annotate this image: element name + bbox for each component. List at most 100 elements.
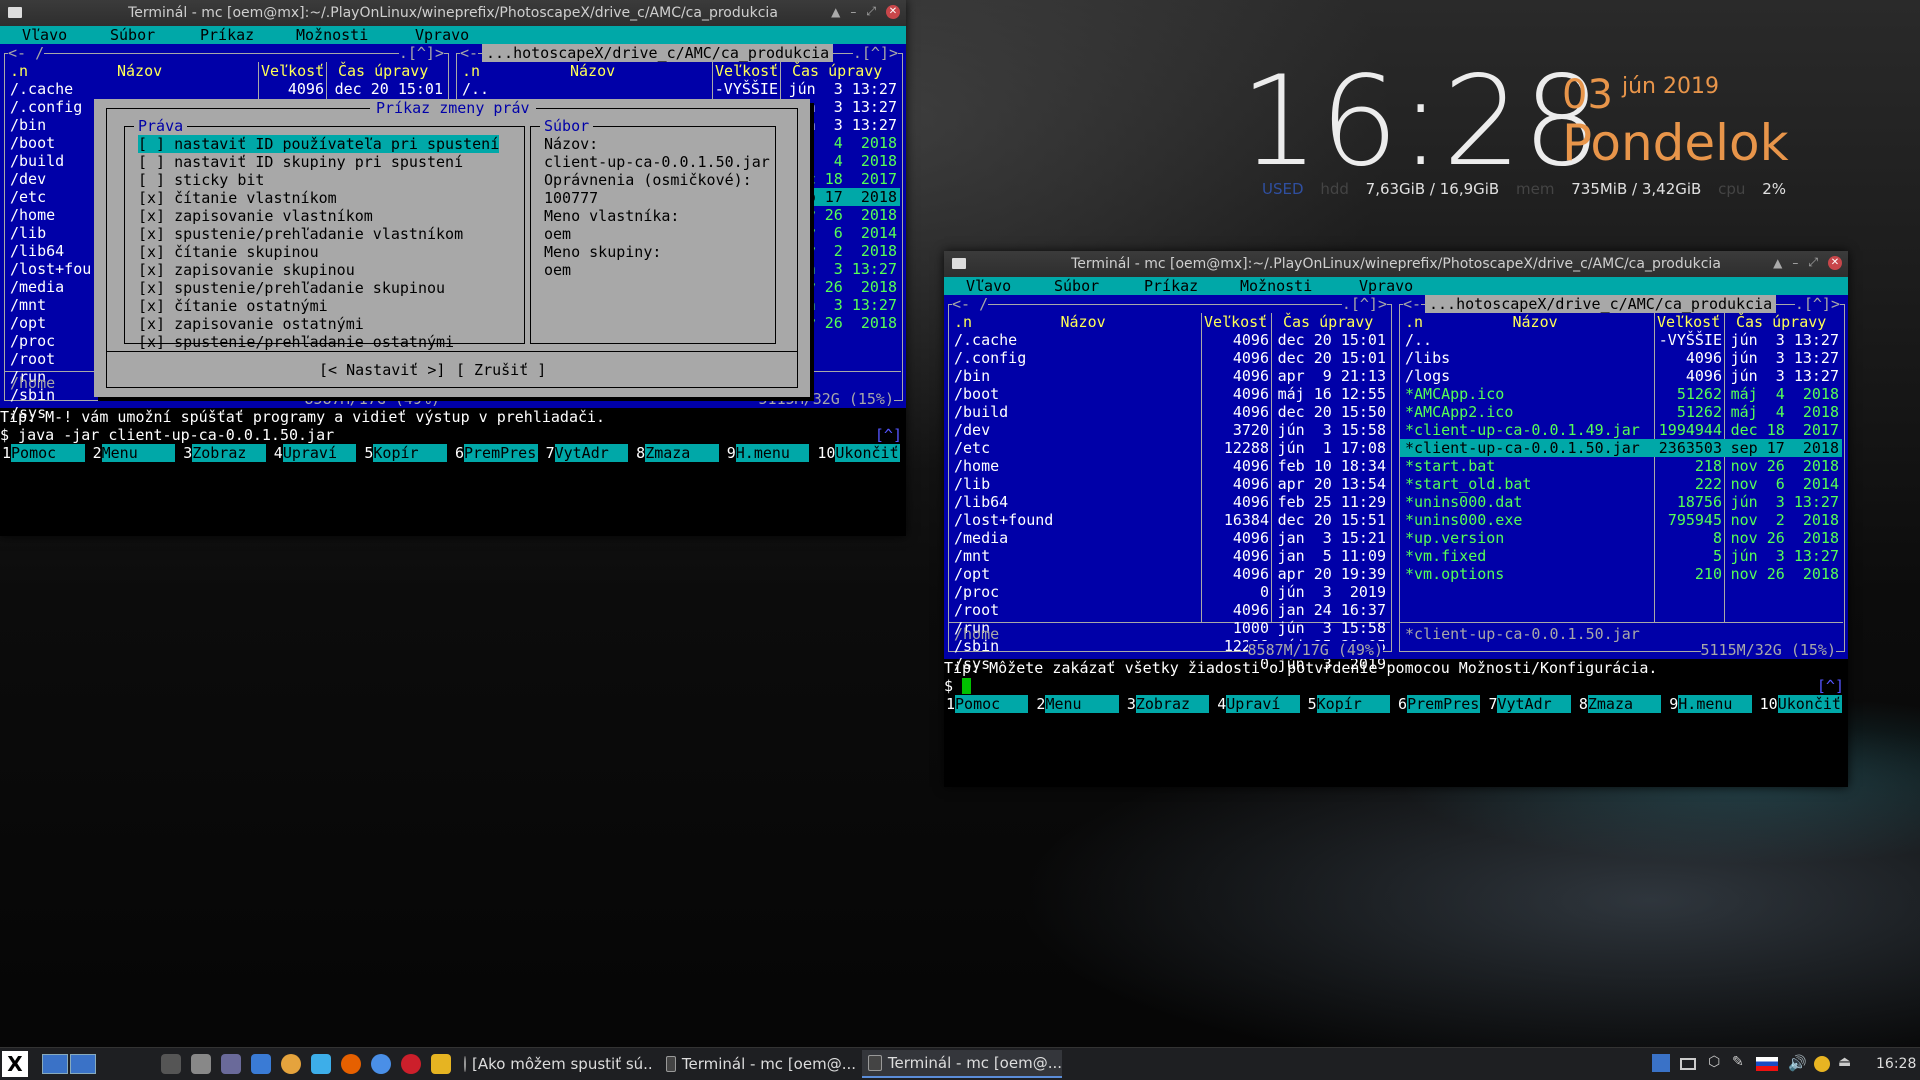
file-row[interactable]: /run 1000 jún 3 15:58 [949, 619, 1389, 637]
file-manager-icon[interactable] [191, 1054, 211, 1074]
file-row[interactable]: /logs 4096 jún 3 13:27 [1400, 367, 1842, 385]
workspace-1-icon[interactable] [42, 1054, 68, 1074]
command-line[interactable]: $ java -jar client-up-ca-0.0.1.50.jar [0, 426, 334, 444]
minimize-icon[interactable]: – [1792, 256, 1798, 270]
menu-1[interactable]: Súbor [110, 26, 155, 44]
column-header-time[interactable]: Čas úpravy [338, 62, 428, 80]
file-row[interactable]: /.config 4096 dec 20 15:01 [949, 349, 1389, 367]
fkey-3-button[interactable]: 3 Zobraz [1125, 695, 1215, 713]
panel-path[interactable]: ...hotoscapeX/drive_c/AMC/ca_produkcia [1425, 295, 1777, 313]
fkey-2-button[interactable]: 2 Menu [91, 444, 182, 462]
file-row[interactable]: *unins000.dat 18756 jún 3 13:27 [1400, 493, 1842, 511]
column-header-name[interactable]: Názov [1061, 313, 1106, 331]
file-row[interactable]: /proc 0 jún 3 2019 [949, 583, 1389, 601]
fkey-6-button[interactable]: 6 PremPres [1396, 695, 1486, 713]
column-header-n[interactable]: .n [954, 313, 972, 331]
column-header-name[interactable]: Názov [570, 62, 615, 80]
column-header-size[interactable]: Veľkosť [261, 62, 324, 80]
menu-2[interactable]: Príkaz [200, 26, 254, 44]
permission-checkbox[interactable]: [ ] nastaviť ID používateľa pri spustení [138, 135, 500, 153]
file-row[interactable]: *start_old.bat 222 nov 6 2014 [1400, 475, 1842, 493]
show-desktop-icon[interactable] [1652, 1054, 1670, 1072]
opera-icon[interactable] [401, 1054, 421, 1074]
terminal-window-2[interactable]: Terminál - mc [oem@mx]:~/.PlayOnLinux/wi… [944, 251, 1848, 787]
keyboard-layout-flag-icon[interactable] [1756, 1057, 1778, 1071]
file-row[interactable]: /home 4096 feb 10 18:34 [949, 457, 1389, 475]
permission-checkbox[interactable]: [ ] sticky bit [138, 171, 264, 189]
terminal-icon[interactable] [161, 1054, 181, 1074]
taskbar-task-button[interactable]: Terminál - mc [oem@... [862, 1050, 1062, 1078]
panel-history-button[interactable]: .[^]> [1341, 295, 1387, 313]
taskbar-task-button[interactable]: Terminál - mc [oem@... [660, 1050, 856, 1078]
fkey-9-button[interactable]: 9 H.menu [725, 444, 816, 462]
terminal-area[interactable]: Vľavo Súbor Príkaz Možnosti Vpravo <- / .[^]>.… [944, 277, 1848, 787]
fkey-1-button[interactable]: 1 Pomoc [0, 444, 91, 462]
taskbar-clock[interactable]: 16:28 [1876, 1048, 1916, 1080]
permission-checkbox[interactable]: [x] spustenie/prehľadanie ostatnými [138, 333, 454, 351]
file-row[interactable]: *AMCApp.ico 51262 máj 4 2018 [1400, 385, 1842, 403]
column-header-time[interactable]: Čas úpravy [792, 62, 882, 80]
file-row[interactable]: /.. -VYŠŠIE jún 3 13:27 [457, 80, 900, 98]
column-header-n[interactable]: .n [10, 62, 28, 80]
permission-checkbox[interactable]: [x] zapisovanie vlastníkom [138, 207, 373, 225]
fkey-7-button[interactable]: 7 VytAdr [1486, 695, 1576, 713]
file-row[interactable]: /bin 4096 apr 9 21:13 [949, 367, 1389, 385]
fkey-7-button[interactable]: 7 VytAdr [544, 444, 635, 462]
column-header-n[interactable]: .n [462, 62, 480, 80]
file-row[interactable]: /.cache 4096 dec 20 15:01 [949, 331, 1389, 349]
browser-icon[interactable] [281, 1054, 301, 1074]
file-row[interactable]: /lost+found 16384 dec 20 15:51 [949, 511, 1389, 529]
file-row[interactable]: /boot 4096 máj 16 12:55 [949, 385, 1389, 403]
column-header-size[interactable]: Veľkosť [1657, 313, 1720, 331]
file-row[interactable]: /.cache 4096 dec 20 15:01 [5, 80, 446, 98]
fkey-9-button[interactable]: 9 H.menu [1667, 695, 1757, 713]
file-row[interactable]: *vm.fixed 5 jún 3 13:27 [1400, 547, 1842, 565]
window-titlebar[interactable]: Terminál - mc [oem@mx]:~/.PlayOnLinux/wi… [0, 0, 906, 26]
permission-checkbox[interactable]: [x] čítanie vlastníkom [138, 189, 337, 207]
set-button[interactable]: [< Nastaviť >] [319, 361, 445, 379]
file-row[interactable]: *client-up-ca-0.0.1.50.jar 2363503 sep 17 … [1400, 439, 1842, 457]
kde-icon[interactable] [311, 1054, 331, 1074]
permission-checkbox[interactable]: [x] čítanie skupinou [138, 243, 319, 261]
permission-checkbox[interactable]: [x] spustenie/prehľadanie skupinou [138, 279, 445, 297]
file-row[interactable]: /etc 12288 jún 1 17:08 [949, 439, 1389, 457]
file-row[interactable]: /opt 4096 apr 20 19:39 [949, 565, 1389, 583]
firefox-icon[interactable] [341, 1054, 361, 1074]
close-icon[interactable]: ✕ [886, 4, 900, 19]
menu-3[interactable]: Možnosti [296, 26, 368, 44]
column-header-size[interactable]: Veľkosť [1204, 313, 1267, 331]
file-row[interactable]: *up.version 8 nov 26 2018 [1400, 529, 1842, 547]
permission-checkbox[interactable]: [ ] nastaviť ID skupiny pri spustení [138, 153, 463, 171]
menu-1[interactable]: Súbor [1054, 277, 1099, 295]
terminal-window-1[interactable]: Terminál - mc [oem@mx]:~/.PlayOnLinux/wi… [0, 0, 906, 536]
column-header-name[interactable]: Názov [1513, 313, 1558, 331]
package-icon[interactable]: ⬡ [1708, 1054, 1726, 1072]
permission-checkbox[interactable]: [x] zapisovanie skupinou [138, 261, 355, 279]
file-row[interactable]: *vm.options 210 nov 26 2018 [1400, 565, 1842, 583]
file-row[interactable]: *unins000.exe 795945 nov 2 2018 [1400, 511, 1842, 529]
shade-icon[interactable]: ▲ [831, 5, 840, 19]
panel-path[interactable]: <- / [952, 295, 989, 313]
volume-icon[interactable]: 🔊 [1788, 1054, 1807, 1072]
eject-icon[interactable]: ⏏ [1838, 1054, 1856, 1072]
menu-0[interactable]: Vľavo [22, 26, 67, 44]
clipboard-icon[interactable]: ✎ [1732, 1054, 1750, 1072]
menu-0[interactable]: Vľavo [966, 277, 1011, 295]
panel-history-button[interactable]: .[^]> [852, 44, 898, 62]
document-icon[interactable] [251, 1054, 271, 1074]
mc-menubar[interactable]: Vľavo Súbor Príkaz Možnosti Vpravo [944, 277, 1848, 295]
mc-menubar[interactable]: Vľavo Súbor Príkaz Možnosti Vpravo [0, 26, 906, 44]
scroll-up-marker[interactable]: [^] [874, 426, 902, 444]
right-panel[interactable]: <- ...hotoscapeX/drive_c/AMC/ca_produkcia… [1395, 295, 1848, 659]
cancel-button[interactable]: [ Zrušiť ] [456, 361, 546, 379]
window-titlebar[interactable]: Terminál - mc [oem@mx]:~/.PlayOnLinux/wi… [944, 251, 1848, 277]
column-header-time[interactable]: Čas úpravy [1283, 313, 1373, 331]
minimize-icon[interactable]: – [850, 5, 856, 19]
file-row[interactable]: /.. -VYŠŠIE jún 3 13:27 [1400, 331, 1842, 349]
workspace-switcher[interactable] [42, 1048, 96, 1080]
shade-icon[interactable]: ▲ [1773, 256, 1782, 270]
permission-checkbox[interactable]: [x] zapisovanie ostatnými [138, 315, 364, 333]
column-header-n[interactable]: .n [1405, 313, 1423, 331]
menu-2[interactable]: Príkaz [1144, 277, 1198, 295]
panel-history-button[interactable]: .[^]> [1794, 295, 1840, 313]
